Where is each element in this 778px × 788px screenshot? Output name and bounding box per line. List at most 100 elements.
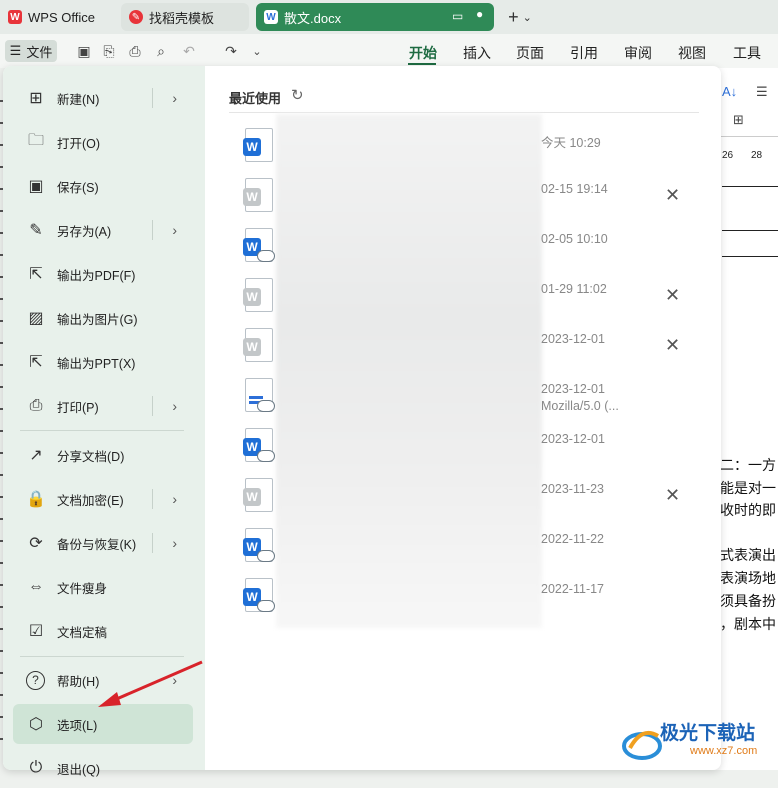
remove-recent-icon[interactable]: ✕ [665, 485, 680, 506]
nav-item-label: 输出为PPT(X) [57, 356, 136, 371]
borders-icon[interactable]: ⊞ [733, 112, 744, 128]
print-preview-icon[interactable]: ⌕ [152, 42, 170, 60]
nav-item-options[interactable]: ⬡ 选项(L) [13, 704, 193, 744]
nav-item-10[interactable]: ⟳ 备份与恢复(K) › [13, 523, 193, 563]
nav-item-3[interactable]: ✎ 另存为(A) › [13, 210, 193, 250]
cloud-icon [257, 600, 275, 612]
sort-icon[interactable]: A↓ [722, 84, 737, 99]
file-time: 01-29 11:02 [541, 282, 607, 296]
tab-wps-office[interactable]: W WPS Office [0, 3, 115, 31]
remove-recent-icon[interactable]: ✕ [665, 335, 680, 356]
tab-label: 散文.docx [284, 10, 342, 26]
file-icon[interactable]: W [243, 228, 275, 262]
nav-divider [20, 656, 184, 657]
ribbon-tab-insert[interactable]: 插入 [463, 43, 491, 63]
file-time: 今天 10:29 [541, 136, 601, 150]
table-line [722, 186, 778, 187]
menu-icon: ☰ [9, 43, 22, 58]
remove-recent-icon[interactable]: ✕ [665, 185, 680, 206]
more-chevron-icon[interactable]: ⌄ [248, 42, 266, 60]
ribbon-tab-reference[interactable]: 引用 [570, 43, 598, 63]
undo-icon[interactable]: ↶ [180, 42, 198, 60]
chevron-right-icon[interactable]: › [172, 535, 177, 551]
nav-item-5[interactable]: ▨ 输出为图片(G) [13, 298, 193, 338]
nav-separator [152, 396, 153, 416]
new-tab-button[interactable]: + ⌄ [500, 6, 540, 28]
file-icon[interactable]: W [243, 478, 273, 512]
lock-doc-icon: 🔒 [26, 491, 46, 508]
nav-item-15[interactable]: ⏻ 退出(Q) [13, 748, 193, 788]
file-menu-button[interactable]: ☰ 文件 [5, 40, 57, 62]
file-time: 2022-11-17 [541, 582, 605, 596]
watermark-brand: 极光下载站 [660, 723, 756, 744]
export-icon[interactable]: ⎘ [100, 42, 118, 60]
redo-icon[interactable]: ↷ [222, 42, 240, 60]
file-icon[interactable]: W [243, 578, 275, 612]
nav-item-1[interactable]: 🗀 打开(O) [13, 122, 193, 162]
nav-item-label: 输出为PDF(F) [57, 268, 136, 283]
line-spacing-icon[interactable]: ☰ [756, 84, 768, 100]
image-export-icon: ▨ [28, 310, 44, 327]
printer-icon: ⎙ [29, 397, 43, 414]
word-badge-icon: W [243, 338, 261, 356]
ruler-tick: 28 [751, 150, 763, 161]
nav-item-13[interactable]: ? 帮助(H) › [13, 660, 193, 700]
blurred-file-names [276, 114, 542, 628]
gear-icon: ⬡ [29, 716, 43, 733]
print-icon[interactable]: ⎙ [126, 42, 144, 60]
file-icon[interactable]: W [243, 278, 273, 312]
nav-item-8[interactable]: ↗ 分享文档(D) [13, 435, 193, 475]
nav-item-label: 保存(S) [57, 180, 99, 195]
nav-item-2[interactable]: ▣ 保存(S) [13, 166, 193, 206]
active-tab-indicator [408, 63, 436, 65]
file-icon[interactable]: W [243, 328, 273, 362]
file-time: 2023-12-01 [541, 332, 605, 346]
nav-item-6[interactable]: ⇱ 输出为PPT(X) [13, 342, 193, 382]
ribbon-tab-tools[interactable]: 工具 [733, 43, 761, 63]
file-time: 02-05 10:10 [541, 232, 608, 246]
file-icon[interactable]: W [243, 178, 273, 212]
word-badge-icon: W [243, 488, 261, 506]
file-icon[interactable] [243, 378, 275, 412]
ppt-export-icon: ⇱ [29, 354, 43, 371]
tab-templates[interactable]: ✎ 找稻壳模板 [121, 3, 249, 31]
ribbon-tab-review[interactable]: 审阅 [624, 43, 652, 63]
file-icon[interactable]: W [243, 528, 275, 562]
tab-label: WPS Office [28, 9, 95, 25]
help-icon: ? [26, 670, 45, 690]
nav-item-label: 打印(P) [57, 400, 99, 415]
nav-item-12[interactable]: ☑ 文档定稿 [13, 611, 193, 651]
chevron-right-icon[interactable]: › [172, 90, 177, 106]
remove-recent-icon[interactable]: ✕ [665, 285, 680, 306]
nav-item-11[interactable]: ⇔ 文件瘦身 [13, 567, 193, 607]
nav-item-0[interactable]: ⊞ 新建(N) › [13, 78, 193, 118]
file-icon[interactable]: W [243, 128, 273, 162]
unsaved-dot-icon: ● [476, 7, 484, 21]
monitor-icon[interactable]: ▭ [452, 9, 463, 23]
chevron-right-icon[interactable]: › [172, 672, 177, 688]
table-line [722, 230, 778, 231]
ribbon-tab-home[interactable]: 开始 [409, 43, 437, 63]
ribbon-tab-view[interactable]: 视图 [678, 43, 706, 63]
word-badge-icon: W [243, 188, 261, 206]
refresh-icon[interactable]: ↻ [291, 86, 304, 104]
ribbon-tab-page[interactable]: 页面 [516, 43, 544, 63]
save-icon[interactable]: ▣ [75, 42, 93, 60]
chevron-down-icon[interactable]: ⌄ [523, 11, 532, 24]
nav-item-9[interactable]: 🔒 文档加密(E) › [13, 479, 193, 519]
doc-text-line: 式表演出 [720, 547, 776, 563]
cloud-icon [257, 400, 275, 412]
nav-item-7[interactable]: ⎙ 打印(P) › [13, 386, 193, 426]
nav-item-label: 新建(N) [57, 92, 100, 107]
nav-item-label: 分享文档(D) [57, 449, 125, 464]
nav-item-label: 备份与恢复(K) [57, 537, 137, 552]
nav-item-label: 文档定稿 [57, 625, 108, 640]
doc-text-line: 表演场地 [720, 570, 776, 586]
exit-icon: ⏻ [29, 759, 43, 776]
nav-item-4[interactable]: ⇱ 输出为PDF(F) [13, 254, 193, 294]
chevron-right-icon[interactable]: › [172, 398, 177, 414]
chevron-right-icon[interactable]: › [172, 222, 177, 238]
chevron-right-icon[interactable]: › [172, 491, 177, 507]
tab-document[interactable]: W 散文.docx ▭ ● [256, 3, 494, 31]
file-icon[interactable]: W [243, 428, 275, 462]
